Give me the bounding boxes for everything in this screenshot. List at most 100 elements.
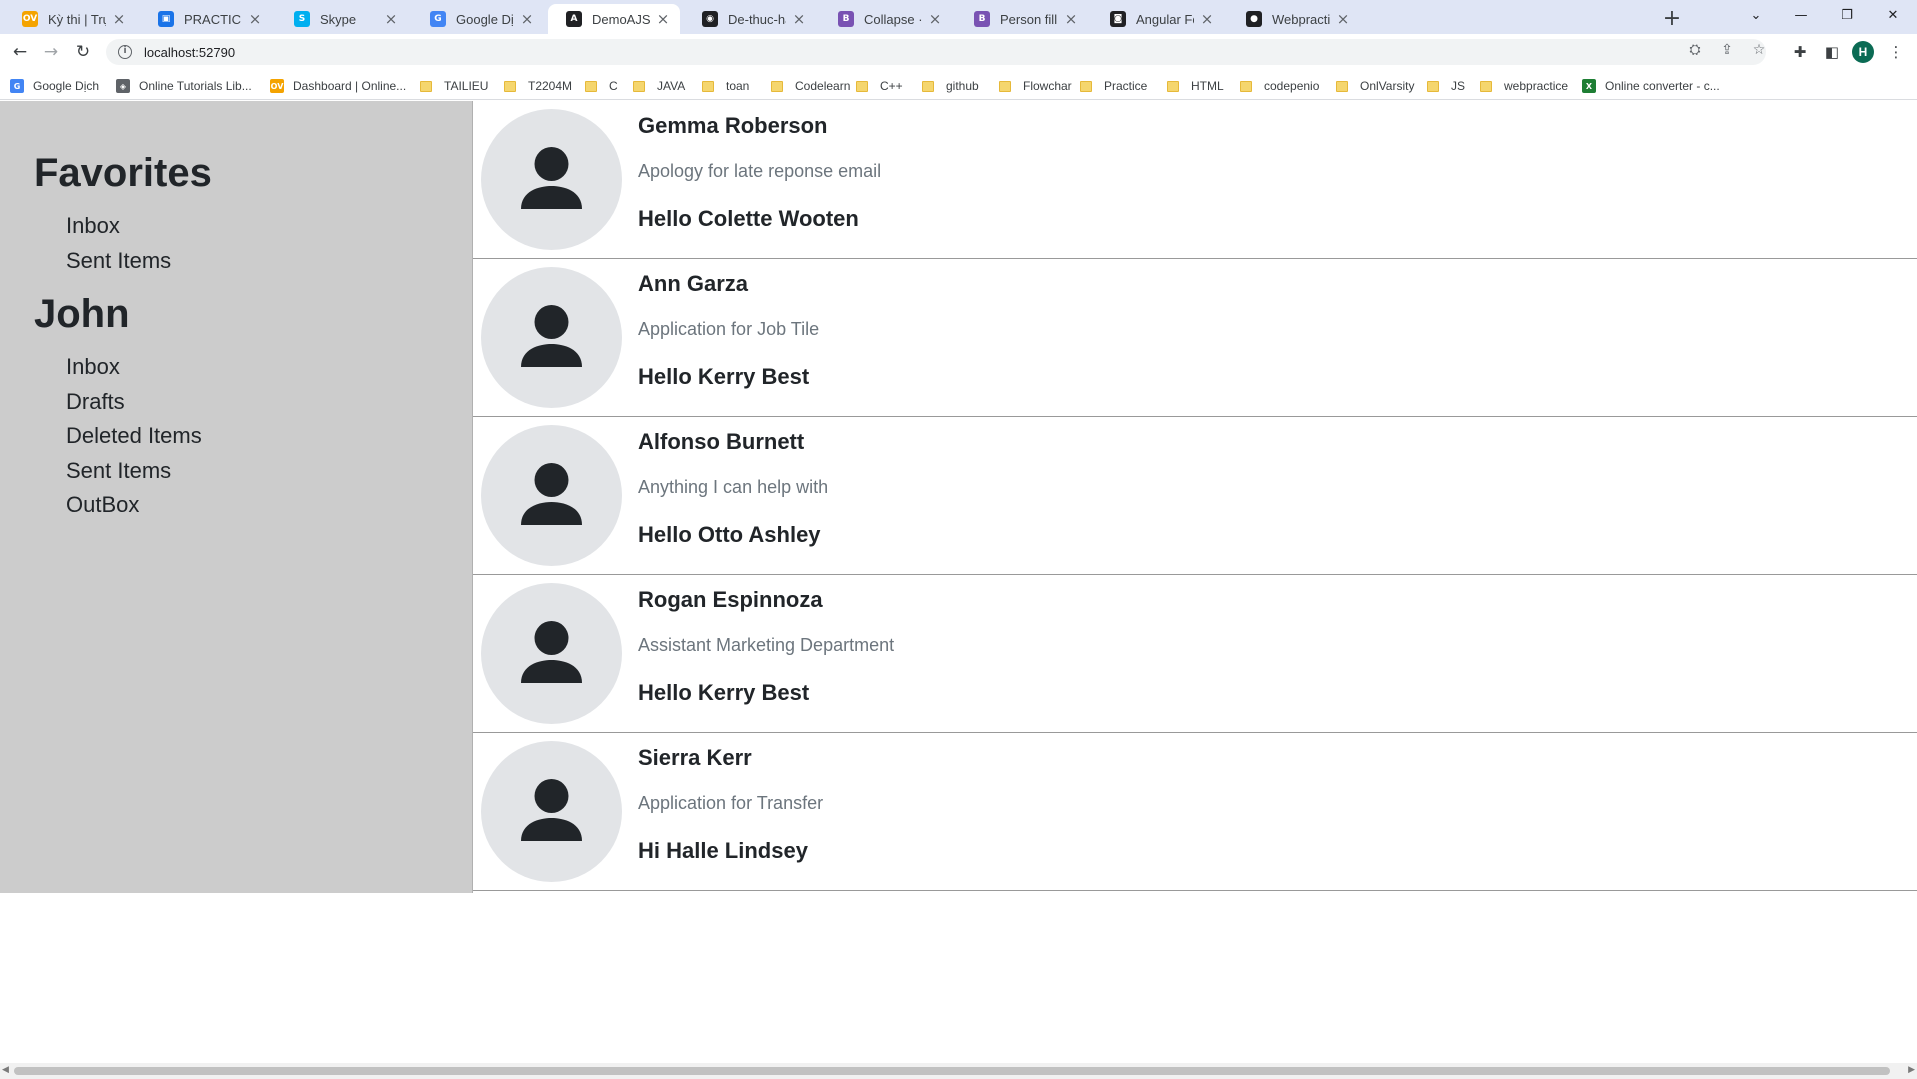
avatar [481, 583, 622, 724]
profile-avatar[interactable]: H [1852, 41, 1874, 63]
site-info-icon[interactable]: i [118, 45, 132, 59]
tab-close-icon[interactable]: × [1064, 10, 1078, 28]
sidebar-item-john-deleted-items[interactable]: Deleted Items [66, 423, 202, 449]
side-panel-icon[interactable]: ◧ [1820, 40, 1844, 64]
tab-title: Webpractice.githu [1272, 11, 1330, 27]
bookmark-label: C [609, 79, 618, 93]
bookmark-folder[interactable]: T2204M [504, 77, 572, 95]
bookmark-folder[interactable]: webpractice [1480, 77, 1568, 95]
mail-greeting: Hello Colette Wooten [638, 206, 859, 231]
folder-icon [1427, 80, 1439, 92]
tab-close-icon[interactable]: × [1200, 10, 1214, 28]
bookmark-folder[interactable]: C++ [856, 77, 903, 95]
mail-list-item[interactable]: Gemma Roberson Apology for late reponse … [473, 101, 1917, 259]
restore-button[interactable]: ❐ [1824, 0, 1870, 30]
bootstrap-favicon-icon: B [838, 11, 854, 27]
translate-icon[interactable]: ⛭ [1684, 42, 1706, 62]
bookmark-folder[interactable]: Codelearn [771, 77, 850, 95]
browser-tab[interactable]: OV Kỳ thi | Trực tuyến × [4, 4, 136, 34]
sidebar-item-favorites-sent-items[interactable]: Sent Items [66, 248, 171, 274]
mail-list-item[interactable]: Rogan Espinnoza Assistant Marketing Depa… [473, 575, 1917, 733]
bookmark-label: Online Tutorials Lib... [139, 79, 252, 93]
close-window-button[interactable]: ✕ [1870, 0, 1916, 30]
bookmark-star-icon[interactable]: ☆ [1748, 42, 1770, 62]
back-button[interactable]: ← [6, 38, 34, 66]
reload-button[interactable]: ↻ [69, 38, 97, 66]
scroll-left-arrow-icon[interactable]: ◀ [2, 1065, 9, 1075]
mail-list-item[interactable]: Sierra Kerr Application for Transfer Hi … [473, 733, 1917, 891]
bookmark-folder[interactable]: codepenio [1240, 77, 1319, 95]
sidebar-item-john-inbox[interactable]: Inbox [66, 354, 120, 380]
browser-tab[interactable]: ◉ De-thuc-hanh-AJS × [684, 4, 816, 34]
person-fill-icon [521, 305, 582, 367]
mail-sender: Rogan Espinnoza [638, 587, 823, 612]
bookmark-folder[interactable]: Flowchar [999, 77, 1072, 95]
bookmark-link[interactable]: ◈ Online Tutorials Lib... [116, 77, 252, 95]
scroll-right-arrow-icon[interactable]: ▶ [1908, 1065, 1915, 1075]
folder-icon [420, 80, 432, 92]
tab-close-icon[interactable]: × [1336, 10, 1350, 28]
mail-list-item[interactable]: Alfonso Burnett Anything I can help with… [473, 417, 1917, 575]
mail-subject: Assistant Marketing Department [638, 635, 895, 655]
share-icon[interactable]: ⇪ [1716, 42, 1738, 62]
tab-close-icon[interactable]: × [112, 10, 126, 28]
github-favicon-icon: ● [1246, 11, 1262, 27]
bookmark-folder[interactable]: Practice [1080, 77, 1147, 95]
tab-close-icon[interactable]: × [520, 10, 534, 28]
horizontal-scrollbar[interactable]: ◀ ▶ [0, 1063, 1917, 1079]
browser-tab[interactable]: ● Webpractice.githu × [1228, 4, 1360, 34]
person-fill-icon [521, 147, 582, 209]
bookmark-label: OnlVarsity [1360, 79, 1415, 93]
avatar [481, 267, 622, 408]
browser-tab[interactable]: ◙ Angular Form Valid × [1092, 4, 1224, 34]
tab-close-icon[interactable]: × [248, 10, 262, 28]
sidebar-item-favorites-inbox[interactable]: Inbox [66, 213, 120, 239]
tab-close-icon[interactable]: × [384, 10, 398, 28]
browser-tab[interactable]: B Person fill · Bootstr × [956, 4, 1088, 34]
url-text[interactable]: localhost:52790 [144, 45, 235, 60]
bookmark-folder[interactable]: HTML [1167, 77, 1224, 95]
bookmark-link[interactable]: G Google Dịch [10, 77, 99, 95]
bookmark-label: Practice [1104, 79, 1148, 93]
browser-tab[interactable]: B Collapse · Bootstra × [820, 4, 952, 34]
tab-close-icon[interactable]: × [928, 10, 942, 28]
extensions-puzzle-icon[interactable]: ✚ [1788, 40, 1812, 64]
browser-tab[interactable]: S Skype × [276, 4, 408, 34]
mail-sender: Sierra Kerr [638, 745, 752, 770]
address-bar[interactable]: i localhost:52790 [106, 39, 1766, 65]
avatar [481, 741, 622, 882]
folder-icon [856, 80, 868, 92]
bookmark-folder[interactable]: JAVA [633, 77, 685, 95]
folder-icon [585, 80, 597, 92]
sidebar-item-john-drafts[interactable]: Drafts [66, 389, 125, 415]
bookmark-folder[interactable]: TAILIEU [420, 77, 488, 95]
bookmark-label: codepenio [1264, 79, 1320, 93]
bookmark-folder[interactable]: C [585, 77, 618, 95]
mail-list-item[interactable]: Ann Garza Application for Job Tile Hello… [473, 259, 1917, 417]
minimize-button[interactable]: — [1778, 0, 1824, 30]
forward-button[interactable]: → [37, 38, 65, 66]
menu-kebab-icon[interactable]: ⋮ [1884, 40, 1908, 64]
tab-close-icon[interactable]: × [656, 10, 670, 28]
browser-tab[interactable]: A DemoAJS × [548, 4, 680, 34]
bookmark-link[interactable]: OV Dashboard | Online... [270, 77, 406, 95]
sidebar-item-john-outbox[interactable]: OutBox [66, 492, 139, 518]
browser-tab[interactable]: G Google Dịch × [412, 4, 544, 34]
bookmark-label: JAVA [657, 79, 686, 93]
tab-search-chevron-icon[interactable]: ⌄ [1733, 0, 1779, 30]
bookmark-folder[interactable]: JS [1427, 77, 1465, 95]
bookmark-label: T2204M [528, 79, 573, 93]
scrollbar-thumb[interactable] [14, 1067, 1890, 1075]
sidebar-item-john-sent-items[interactable]: Sent Items [66, 458, 171, 484]
tab-close-icon[interactable]: × [792, 10, 806, 28]
bookmark-label: webpractice [1504, 79, 1569, 93]
bookmark-folder[interactable]: toan [702, 77, 749, 95]
folder-icon [771, 80, 783, 92]
bookmark-folder[interactable]: github [922, 77, 979, 95]
bookmark-link[interactable]: X Online converter - c... [1582, 77, 1720, 95]
bookmark-label: JS [1451, 79, 1466, 93]
bookmark-folder[interactable]: OnlVarsity [1336, 77, 1414, 95]
mail-subject: Apology for late reponse email [638, 161, 882, 181]
new-tab-button[interactable]: + [1658, 4, 1686, 32]
browser-tab[interactable]: ▣ PRACTICE EXAM × [140, 4, 272, 34]
